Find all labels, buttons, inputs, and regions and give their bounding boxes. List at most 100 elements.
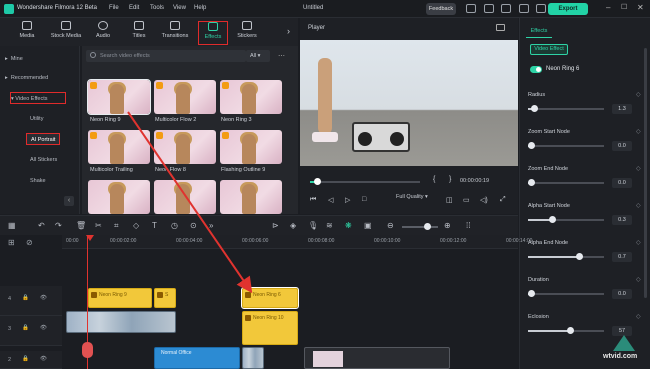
search-input[interactable]: Search video effects <box>86 50 246 62</box>
crop-icon[interactable]: ⌗ <box>114 221 119 231</box>
audio-mix-icon[interactable]: ≋ <box>326 221 333 230</box>
snapshot-icon[interactable]: ▣ <box>364 221 372 230</box>
reset-icon[interactable]: ◇ <box>636 91 641 98</box>
effect-thumbnail[interactable] <box>88 180 150 214</box>
zoom-out-icon[interactable]: ⊖ <box>387 221 394 230</box>
zoom-end-slider[interactable] <box>528 179 604 186</box>
mark-out-icon[interactable]: } <box>449 176 451 183</box>
quality-select[interactable]: Full Quality ▾ <box>396 194 428 200</box>
video-clip[interactable] <box>304 347 450 369</box>
tab-media[interactable]: Media <box>12 21 42 45</box>
eye-icon[interactable]: 👁 <box>40 295 47 301</box>
radius-value-field[interactable]: 1.3 <box>612 104 632 114</box>
snapshot-icon[interactable] <box>496 24 505 31</box>
zoom-start-slider[interactable] <box>528 142 604 149</box>
menu-help[interactable]: Help <box>194 5 206 11</box>
menu-view[interactable]: View <box>173 5 186 11</box>
effect-enable-toggle[interactable] <box>530 66 542 73</box>
previous-frame-icon[interactable]: ⏮ <box>310 196 316 204</box>
close-icon[interactable]: ✕ <box>637 3 644 12</box>
timer-icon[interactable]: ◷ <box>171 221 178 230</box>
effect-thumbnail[interactable] <box>87 79 151 115</box>
split-icon[interactable]: ✂ <box>95 221 102 230</box>
undo-icon[interactable]: ↶ <box>38 221 45 230</box>
effect-thumbnail[interactable] <box>88 130 150 164</box>
more-options-icon[interactable]: ⋯ <box>278 52 285 60</box>
grid-view-icon[interactable]: ⁞⁞ <box>466 221 470 230</box>
audio-clip[interactable]: Normal Office <box>154 347 240 369</box>
layout-icon[interactable]: ▦ <box>8 221 16 230</box>
mark-in-icon[interactable]: { <box>433 176 435 183</box>
duration-slider[interactable] <box>528 290 604 297</box>
time-ruler[interactable]: 00:00 00:00:02:00 00:00:04:00 00:00:06:0… <box>62 235 532 249</box>
snapshot-icon[interactable]: ◫ <box>446 196 453 204</box>
zoom-in-icon[interactable]: ⊕ <box>444 221 451 230</box>
collapse-icon[interactable]: ‹ <box>64 196 74 206</box>
effect-thumbnail[interactable] <box>220 180 282 214</box>
reset-icon[interactable]: ◇ <box>636 165 641 172</box>
tab-effects[interactable]: Effects <box>198 21 228 45</box>
playhead-marker-icon[interactable] <box>86 235 94 241</box>
lock-icon[interactable]: 🔒 <box>22 295 29 301</box>
menu-tools[interactable]: Tools <box>150 5 164 11</box>
download-icon[interactable] <box>536 4 546 13</box>
tab-stock-media[interactable]: Stock Media <box>48 21 84 45</box>
menu-file[interactable]: File <box>109 5 119 11</box>
grid-icon[interactable] <box>519 4 529 13</box>
tag-icon[interactable]: ◇ <box>133 221 139 230</box>
reset-icon[interactable]: ◇ <box>636 313 641 320</box>
effect-clip[interactable]: Neon Ring 9 <box>88 288 152 308</box>
effect-thumbnail[interactable] <box>154 130 216 164</box>
alpha-end-slider[interactable] <box>528 253 604 260</box>
tab-effects-properties[interactable]: Effects <box>526 24 552 38</box>
shield-icon[interactable]: ◈ <box>290 221 296 230</box>
delete-icon[interactable]: 🗑 <box>76 221 86 230</box>
effect-thumbnail[interactable] <box>220 130 282 164</box>
minimize-icon[interactable]: – <box>606 3 610 12</box>
zoom-slider[interactable] <box>402 223 438 230</box>
alpha-start-value-field[interactable]: 0.3 <box>612 215 632 225</box>
eclosion-slider[interactable] <box>528 327 604 334</box>
zoom-start-value-field[interactable]: 0.0 <box>612 141 632 151</box>
nav-mine[interactable]: ▸ Mine <box>5 53 75 65</box>
nav-recommended[interactable]: ▸ Recommended <box>5 72 75 84</box>
maximize-icon[interactable]: ☐ <box>621 3 627 11</box>
nav-video-effects[interactable]: ▾ Video Effects <box>10 92 66 104</box>
nav-ai-portrait[interactable]: AI Portrait <box>26 133 60 145</box>
tab-stickers[interactable]: Stickers <box>232 21 262 45</box>
stop-icon[interactable]: □ <box>362 196 366 203</box>
alpha-start-slider[interactable] <box>528 216 604 223</box>
effect-thumbnail[interactable] <box>154 180 216 214</box>
theme-icon[interactable] <box>484 4 494 13</box>
link-icon[interactable]: ⊘ <box>26 238 33 247</box>
effect-clip[interactable]: Neon Ring 10 <box>242 311 298 345</box>
effect-thumbnail[interactable] <box>220 80 282 114</box>
chevron-right-icon[interactable]: › <box>287 26 290 36</box>
fullscreen-icon[interactable]: ⤢ <box>500 196 506 204</box>
playback-progress[interactable] <box>310 178 420 185</box>
video-clip[interactable] <box>242 347 264 369</box>
display-icon[interactable]: ▭ <box>463 196 470 204</box>
export-button[interactable]: Export <box>548 3 588 15</box>
zoom-end-value-field[interactable]: 0.0 <box>612 178 632 188</box>
alpha-end-value-field[interactable]: 0.7 <box>612 252 632 262</box>
redo-icon[interactable]: ↷ <box>55 221 62 230</box>
media-library-icon[interactable] <box>466 4 476 13</box>
tab-titles[interactable]: Titles <box>124 21 154 45</box>
ai-icon[interactable]: ❋ <box>345 221 352 230</box>
effect-clip[interactable]: S <box>154 288 176 308</box>
more-tools-icon[interactable]: » <box>209 221 213 230</box>
reset-icon[interactable]: ◇ <box>636 202 641 209</box>
menu-edit[interactable]: Edit <box>129 5 139 11</box>
eye-icon[interactable]: 👁 <box>40 356 47 362</box>
video-clip[interactable] <box>66 311 176 333</box>
eye-icon[interactable]: 👁 <box>40 325 47 331</box>
reset-icon[interactable]: ◇ <box>636 239 641 246</box>
step-back-icon[interactable]: ◁ <box>328 196 333 204</box>
feedback-button[interactable]: Feedback <box>426 3 456 15</box>
effect-thumbnail[interactable] <box>154 80 216 114</box>
effect-clip-selected[interactable]: Neon Ring 6 <box>241 287 299 309</box>
microphone-icon[interactable]: 🎙 <box>308 221 318 230</box>
render-icon[interactable]: ⊳ <box>272 221 279 230</box>
lock-icon[interactable]: 🔒 <box>22 325 29 331</box>
